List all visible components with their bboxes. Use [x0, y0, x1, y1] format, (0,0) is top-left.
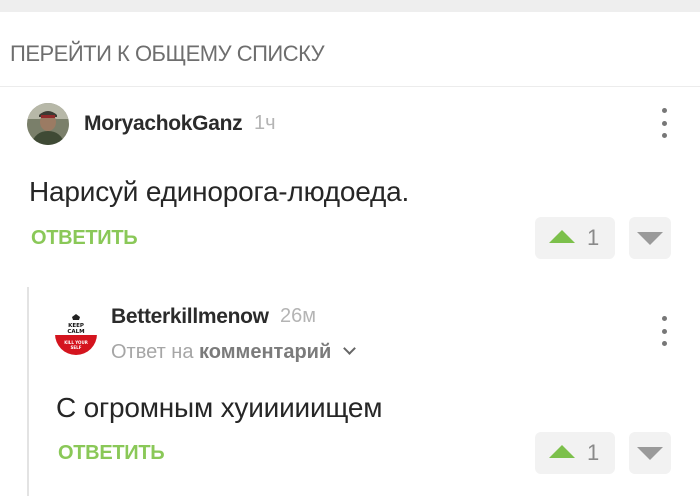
- upvote-button[interactable]: 1: [535, 217, 615, 259]
- divider: [0, 86, 700, 87]
- more-options-icon[interactable]: [656, 108, 672, 138]
- rating-count: 1: [587, 225, 600, 250]
- downvote-button[interactable]: [629, 217, 671, 259]
- timestamp: 26м: [280, 305, 316, 327]
- reply-to-link[interactable]: Ответ на комментарий: [111, 341, 356, 364]
- reply-to-target: комментарий: [199, 341, 332, 363]
- more-options-icon[interactable]: [656, 316, 672, 346]
- rating-count: 1: [587, 440, 600, 465]
- keep-calm-avatar-icon: KEEP CALM KILL YOUR SELF: [55, 313, 97, 355]
- downvote-arrow-icon: [637, 232, 663, 245]
- downvote-arrow-icon: [637, 447, 663, 460]
- upvote-arrow-icon: [549, 230, 575, 243]
- comment-text: Нарисуй единорога-людоеда.: [29, 176, 410, 207]
- reply-button[interactable]: ОТВЕТИТЬ: [58, 442, 165, 465]
- svg-text:SELF: SELF: [71, 345, 82, 350]
- username[interactable]: Betterkillmenow: [111, 305, 269, 329]
- back-to-list-link[interactable]: ПЕРЕЙТИ К ОБЩЕМУ СПИСКУ: [10, 41, 325, 67]
- timestamp: 1ч: [254, 112, 276, 134]
- thread-indent-line: [27, 287, 29, 496]
- username[interactable]: MoryachokGanz: [84, 112, 243, 136]
- downvote-button[interactable]: [629, 432, 671, 474]
- chevron-down-icon: [342, 342, 356, 355]
- user-photo-icon: [27, 103, 69, 145]
- avatar[interactable]: [27, 103, 69, 145]
- reply-to-prefix: Ответ на: [111, 341, 194, 363]
- avatar[interactable]: KEEP CALM KILL YOUR SELF: [55, 313, 97, 355]
- top-strip: [0, 0, 700, 12]
- reply-button[interactable]: ОТВЕТИТЬ: [31, 227, 138, 250]
- upvote-button[interactable]: 1: [535, 432, 615, 474]
- svg-text:CALM: CALM: [67, 329, 84, 335]
- upvote-arrow-icon: [549, 445, 575, 458]
- comment-text: С огромным хуииииищем: [56, 392, 383, 423]
